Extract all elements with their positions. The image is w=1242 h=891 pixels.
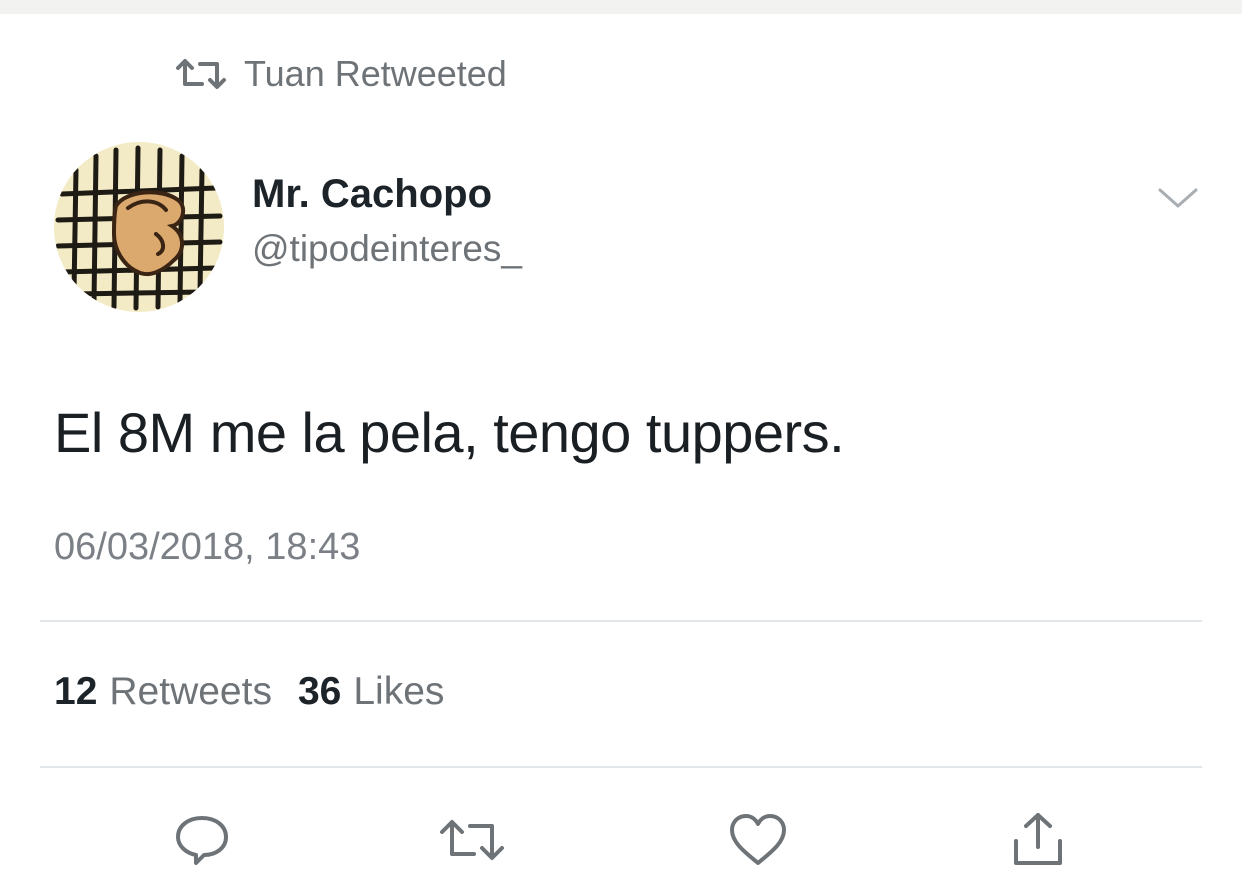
likes-count[interactable]: 36 <box>298 670 341 714</box>
divider <box>40 620 1202 622</box>
author-name[interactable]: Mr. Cachopo <box>252 172 492 217</box>
divider <box>40 766 1202 768</box>
retweet-icon <box>440 820 504 860</box>
likes-label[interactable]: Likes <box>353 670 444 714</box>
cachopo-avatar-icon <box>54 142 224 312</box>
tweet-page: Tuan Retweeted Mr. Cachopo @tipodeintere… <box>0 0 1242 891</box>
tweet-timestamp[interactable]: 06/03/2018, 18:43 <box>54 526 360 569</box>
retweets-count[interactable]: 12 <box>54 670 97 714</box>
retweet-button[interactable] <box>434 806 510 874</box>
like-button[interactable] <box>720 806 796 874</box>
reply-icon <box>176 816 228 865</box>
avatar[interactable] <box>54 142 224 312</box>
heart-icon <box>730 814 786 865</box>
share-icon <box>1014 813 1062 865</box>
author-handle[interactable]: @tipodeinteres_ <box>252 228 522 270</box>
retweet-icon <box>172 54 230 94</box>
share-button[interactable] <box>1000 806 1076 874</box>
top-strip <box>0 0 1242 14</box>
reply-button[interactable] <box>164 806 240 874</box>
tweet-stats: 12 Retweets 36 Likes <box>54 670 470 714</box>
retweet-context-text: Tuan Retweeted <box>244 53 507 94</box>
chevron-down-icon[interactable] <box>1156 184 1200 214</box>
retweet-context[interactable]: Tuan Retweeted <box>172 52 507 96</box>
tweet-text: El 8M me la pela, tengo tuppers. <box>54 401 845 464</box>
retweets-label[interactable]: Retweets <box>109 670 272 714</box>
